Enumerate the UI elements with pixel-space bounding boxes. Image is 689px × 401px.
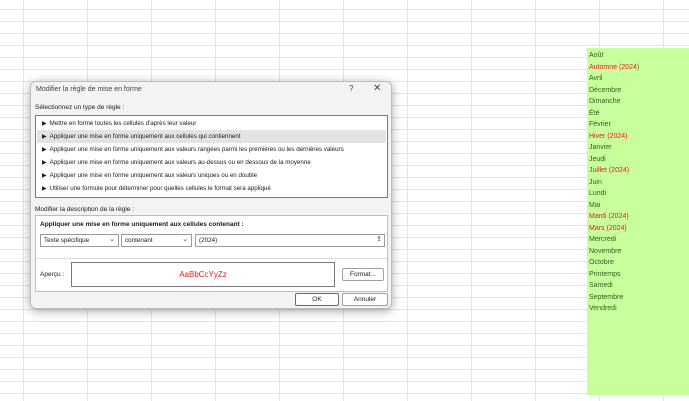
value-input[interactable]: (2024) ⇪ — [195, 234, 385, 247]
cell-list: Août Automne (2024) Avril Décembre Dimanche É… — [589, 50, 687, 315]
divider — [36, 258, 387, 259]
cell[interactable]: Juillet (2024) — [589, 165, 687, 177]
cell[interactable]: Octobre — [589, 257, 687, 269]
select-type-label: Sélectionnez un type de règle : — [35, 104, 125, 111]
cell[interactable]: Automne (2024) — [589, 62, 687, 74]
cell[interactable]: Mardi (2024) — [589, 211, 687, 223]
dialog-title: Modifier la règle de mise en forme — [36, 86, 142, 93]
cell[interactable]: Été — [589, 108, 687, 120]
cell[interactable]: Dimanche — [589, 96, 687, 108]
format-preview: AaBbCcYyZz — [71, 262, 335, 287]
cancel-button[interactable]: Annuler — [342, 293, 388, 306]
rule-type-list[interactable]: ▶ Mettre en forme toutes les cellules d'a… — [35, 115, 388, 198]
rule-type-item[interactable]: ▶ Appliquer une mise en forme uniquement … — [37, 169, 386, 182]
cell[interactable]: Août — [589, 50, 687, 62]
cell[interactable]: Décembre — [589, 85, 687, 97]
rule-type-item[interactable]: ▶ Utiliser une formule pour déterminer po… — [37, 182, 386, 195]
rule-type-item[interactable]: ▶ Appliquer une mise en forme uniquement … — [37, 130, 386, 143]
cell[interactable]: Juin — [589, 177, 687, 189]
rule-description-panel: Appliquer une mise en forme uniquement a… — [35, 215, 388, 292]
cell[interactable]: Lundi — [589, 188, 687, 200]
rule-type-item[interactable]: ▶ Mettre en forme toutes les cellules d'a… — [37, 117, 386, 130]
cell[interactable]: Mercredi — [589, 234, 687, 246]
chevron-down-icon: ⌄ — [109, 236, 115, 243]
help-icon[interactable]: ? — [349, 84, 353, 93]
cell[interactable]: Jeudi — [589, 154, 687, 166]
cell[interactable]: Janvier — [589, 142, 687, 154]
preview-label: Aperçu : — [40, 271, 65, 278]
cell[interactable]: Mai — [589, 200, 687, 212]
conditional-format-dialog: Modifier la règle de mise en forme ? ✕ S… — [30, 81, 392, 309]
condition-type-select[interactable]: Texte spécifique ⌄ — [40, 234, 119, 247]
cell[interactable]: Février — [589, 119, 687, 131]
cell[interactable]: Hiver (2024) — [589, 131, 687, 143]
cell[interactable]: Vendredi — [589, 303, 687, 315]
rule-type-item[interactable]: ▶ Appliquer une mise en forme uniquement … — [37, 156, 386, 169]
close-icon[interactable]: ✕ — [373, 83, 381, 94]
format-only-label: Appliquer une mise en forme uniquement a… — [40, 221, 244, 228]
cell[interactable]: Printemps — [589, 269, 687, 281]
format-button[interactable]: Format... — [342, 268, 384, 281]
range-select-icon[interactable]: ⇪ — [376, 235, 382, 243]
ok-button[interactable]: OK — [295, 293, 339, 306]
chevron-down-icon: ⌄ — [182, 236, 188, 243]
cell[interactable]: Mars (2024) — [589, 223, 687, 235]
arrow-icon: ▶ — [42, 186, 47, 192]
cell[interactable]: Samedi — [589, 280, 687, 292]
rule-type-item[interactable]: ▶ Appliquer une mise en forme uniquement … — [37, 143, 386, 156]
edit-description-label: Modifier la description de la règle : — [35, 206, 134, 213]
cell[interactable]: Avril — [589, 73, 687, 85]
operator-select[interactable]: contenant ⌄ — [121, 234, 192, 247]
cell[interactable]: Novembre — [589, 246, 687, 258]
cell[interactable]: Septembre — [589, 292, 687, 304]
